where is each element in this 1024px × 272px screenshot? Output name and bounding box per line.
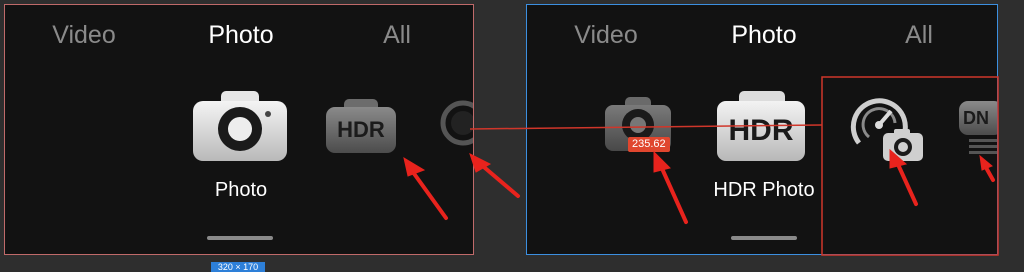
annotation-overlay [403, 76, 999, 256]
arrow-speed-camera [894, 158, 918, 206]
connector-line [469, 124, 823, 130]
dimension-tag: 320 × 170 [211, 262, 265, 272]
arrow-head [979, 154, 993, 171]
arrow-photo-right [658, 162, 688, 224]
arrow-head [403, 156, 426, 177]
arrow-head [653, 150, 671, 173]
highlight-box [821, 76, 999, 256]
arrow-hdr-left [408, 166, 448, 220]
arrow-head [889, 148, 908, 169]
